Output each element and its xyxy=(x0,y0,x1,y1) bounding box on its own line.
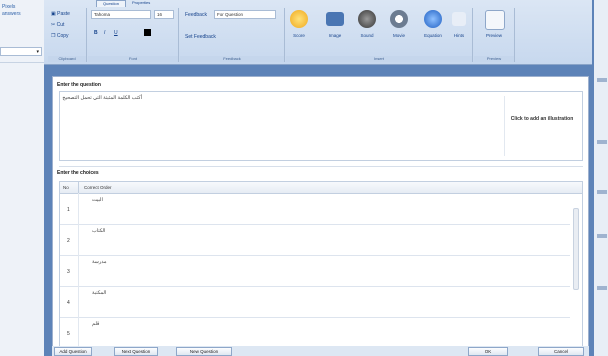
table-row[interactable]: 2 الكتاب xyxy=(60,224,570,256)
row-number: 3 xyxy=(67,269,70,275)
preview-group-label: Preview xyxy=(474,56,514,62)
sound-label: Sound xyxy=(360,33,374,38)
row-number: 4 xyxy=(67,300,70,306)
font-color-button[interactable] xyxy=(144,29,151,36)
feedback-select[interactable]: For Question xyxy=(214,10,276,19)
clipboard-group: ▣ Paste ✂ Cut ❐ Copy Clipboard xyxy=(48,8,87,62)
divider xyxy=(78,182,79,193)
divider xyxy=(78,317,79,348)
choice-text[interactable]: مدرسة xyxy=(92,259,107,265)
row-number: 1 xyxy=(67,207,70,213)
marker xyxy=(597,286,607,290)
divider xyxy=(78,286,79,317)
choice-text[interactable]: المكتبة xyxy=(92,290,106,296)
column-header-no: No xyxy=(63,185,69,190)
table-row[interactable]: 5 قلم xyxy=(60,317,570,348)
scrollbar[interactable] xyxy=(573,208,579,290)
table-row[interactable]: 1 البيت xyxy=(60,193,570,225)
feedback-group-label: Feedback xyxy=(180,56,284,62)
italic-button[interactable]: I xyxy=(104,30,105,36)
background-combo[interactable]: ▾ xyxy=(0,47,42,56)
preview-label: Preview xyxy=(485,33,502,38)
row-number: 2 xyxy=(67,238,70,244)
score-star-icon[interactable] xyxy=(290,10,308,28)
background-panel: Pixels answers ▾ xyxy=(0,0,44,356)
bold-button[interactable]: B xyxy=(94,30,98,36)
choice-text[interactable]: البيت xyxy=(92,197,103,203)
question-input[interactable]: أكتب الكلمة المثبتة التي تحمل التصحيح Cl… xyxy=(59,91,583,161)
marker xyxy=(597,234,607,238)
sound-icon[interactable] xyxy=(358,10,376,28)
font-family-select[interactable]: Tahoma xyxy=(91,10,151,19)
choices-section-title: Enter the choices xyxy=(57,170,99,176)
ok-button[interactable]: OK xyxy=(468,347,508,356)
preview-group: Preview Preview xyxy=(474,8,515,62)
hints-icon[interactable] xyxy=(452,12,466,26)
image-icon[interactable] xyxy=(326,12,344,26)
tab-properties[interactable]: Properties xyxy=(126,0,156,6)
divider xyxy=(0,62,44,63)
preview-icon[interactable] xyxy=(485,10,505,30)
question-dialog: Enter the question أكتب الكلمة المثبتة ا… xyxy=(52,76,589,356)
font-size-select[interactable]: 16 xyxy=(154,10,174,19)
tab-question[interactable]: Question xyxy=(96,0,127,7)
add-illustration-button[interactable]: Click to add an illustration xyxy=(510,116,574,122)
divider xyxy=(78,224,79,255)
question-text[interactable]: أكتب الكلمة المثبتة التي تحمل التصحيح xyxy=(62,95,142,101)
new-question-button[interactable]: New Question xyxy=(176,347,232,356)
cancel-button[interactable]: Cancel xyxy=(538,347,584,356)
movie-reel-icon[interactable] xyxy=(390,10,408,28)
choices-grid: No Correct Order 1 البيت 2 الكتاب 3 مدرس… xyxy=(59,181,583,348)
table-row[interactable]: 3 مدرسة xyxy=(60,255,570,287)
question-section-title: Enter the question xyxy=(57,82,101,88)
font-group-label: Font xyxy=(88,56,178,62)
ribbon: Question Properties ▣ Paste ✂ Cut ❐ Copy… xyxy=(44,0,592,65)
copy-button[interactable]: ❐ Copy xyxy=(51,33,69,39)
marker xyxy=(597,140,607,144)
hints-label: Hints xyxy=(453,33,465,38)
choice-text[interactable]: الكتاب xyxy=(92,228,105,234)
underline-button[interactable]: U xyxy=(114,30,118,36)
background-nav-text: Pixels answers xyxy=(2,4,21,17)
feedback-label: Feedback xyxy=(185,12,207,18)
divider xyxy=(504,96,505,156)
insert-group-label: Insert xyxy=(286,56,472,62)
divider xyxy=(78,255,79,286)
image-label: Image xyxy=(328,33,342,38)
choice-text[interactable]: قلم xyxy=(92,321,99,327)
column-header-correct-order: Correct Order xyxy=(84,185,112,190)
divider xyxy=(78,193,79,224)
divider xyxy=(59,166,583,167)
table-row[interactable]: 4 المكتبة xyxy=(60,286,570,318)
font-group: Tahoma 16 B I U Font xyxy=(88,8,179,62)
row-number: 5 xyxy=(67,331,70,337)
insert-group: Score Image Sound Movie Equation Hints I… xyxy=(286,8,473,62)
score-label: Score xyxy=(293,33,305,38)
marker xyxy=(597,78,607,82)
cut-button[interactable]: ✂ Cut xyxy=(51,22,64,28)
feedback-group: Feedback For Question Set Feedback Feedb… xyxy=(180,8,285,62)
chevron-down-icon: ▾ xyxy=(36,49,39,55)
next-question-button[interactable]: Next Question xyxy=(114,347,158,356)
paste-button[interactable]: ▣ Paste xyxy=(51,11,70,17)
equation-icon[interactable] xyxy=(424,10,442,28)
set-feedback-button[interactable]: Set Feedback xyxy=(185,34,216,40)
clipboard-group-label: Clipboard xyxy=(48,56,86,62)
movie-label: Movie xyxy=(392,33,405,38)
add-question-button[interactable]: Add Question xyxy=(54,347,92,356)
marker xyxy=(597,190,607,194)
background-right-panel xyxy=(594,0,608,356)
